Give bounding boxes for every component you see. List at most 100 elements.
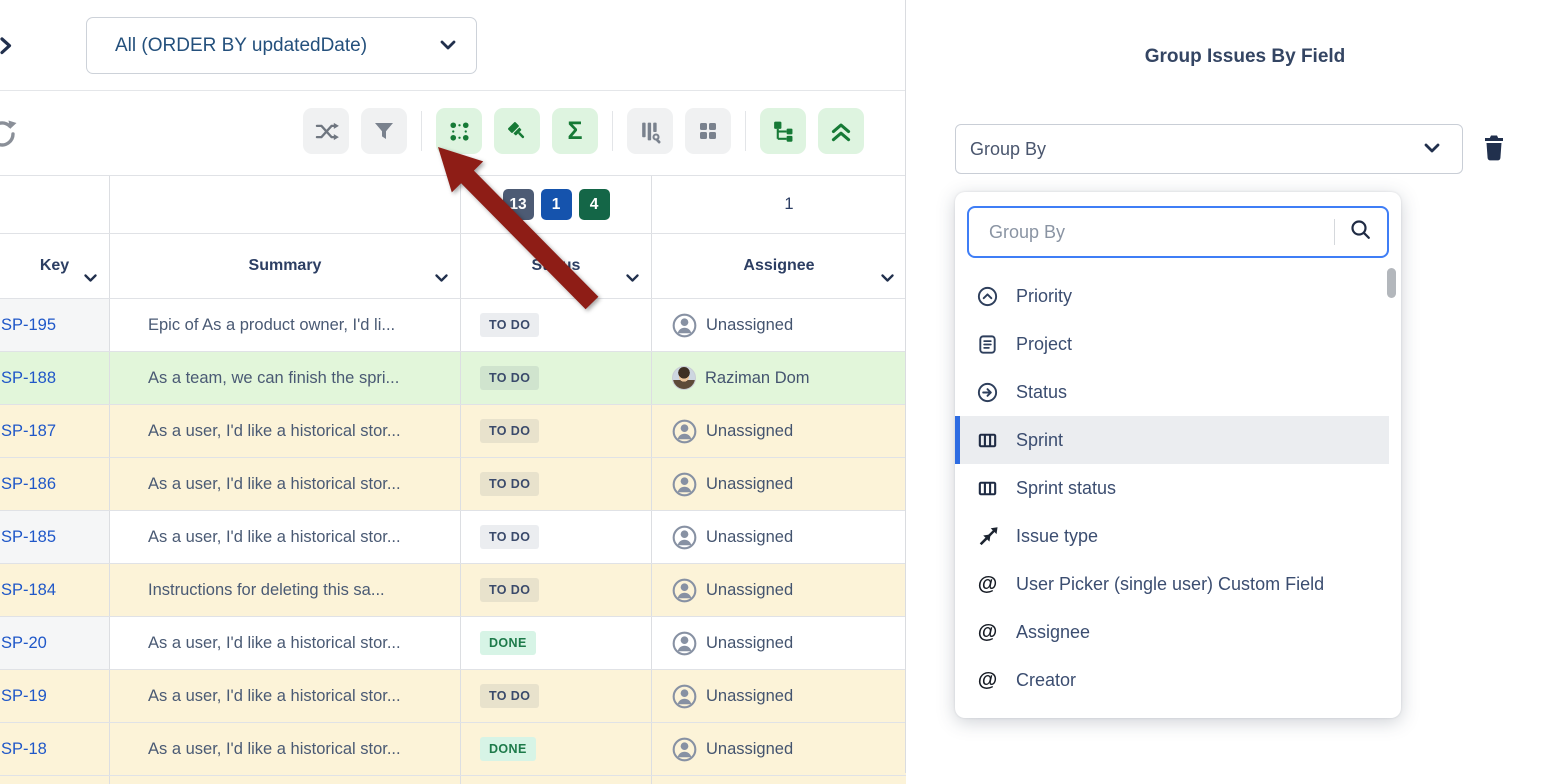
summary-cell[interactable]: As a user, I'd like a historical stor... bbox=[110, 458, 461, 510]
chevron-down-icon[interactable] bbox=[435, 269, 448, 287]
sprint-icon bbox=[976, 477, 999, 500]
status-chip[interactable]: TO DO bbox=[480, 419, 539, 443]
chevron-down-icon[interactable] bbox=[84, 269, 97, 287]
grid-button[interactable] bbox=[685, 108, 731, 154]
status-chip[interactable]: TO DO bbox=[480, 366, 539, 390]
summary-cell[interactable]: Instructions for deleting this sa... bbox=[110, 564, 461, 616]
table-row[interactable]: SP-187 As a user, I'd like a historical … bbox=[0, 405, 906, 458]
summary-cell[interactable]: As a team, we can finish the spri... bbox=[110, 352, 461, 404]
field-option-sprint-status[interactable]: Sprint status bbox=[955, 464, 1389, 512]
field-option-user-picker-single-user-custom-field[interactable]: @ User Picker (single user) Custom Field bbox=[955, 560, 1389, 608]
summary-cell[interactable]: As a user, I'd like a historical stor... bbox=[110, 723, 461, 775]
column-header-status[interactable]: Status bbox=[461, 234, 652, 298]
tree-view-button[interactable] bbox=[760, 108, 806, 154]
status-cell[interactable]: DONE bbox=[461, 617, 652, 669]
assignee-name: Unassigned bbox=[706, 475, 793, 494]
status-cell[interactable]: TO DO bbox=[461, 511, 652, 563]
field-search-input[interactable] bbox=[987, 221, 1334, 244]
issue-type-icon bbox=[976, 525, 999, 547]
chevron-down-icon[interactable] bbox=[626, 269, 639, 287]
collapse-all-icon bbox=[828, 118, 854, 144]
assignee-cell[interactable]: Unassigned bbox=[652, 511, 906, 563]
status-chip[interactable]: TO DO bbox=[480, 472, 539, 496]
field-option-status[interactable]: Status bbox=[955, 368, 1389, 416]
table-row[interactable]: SP-186 As a user, I'd like a historical … bbox=[0, 458, 906, 511]
assignee-cell[interactable]: Unassigned bbox=[652, 299, 906, 351]
assignee-cell[interactable]: Unassigned bbox=[652, 617, 906, 669]
shuffle-button[interactable] bbox=[303, 108, 349, 154]
issue-key-link[interactable]: SP-195 bbox=[0, 316, 56, 335]
status-cell[interactable]: TO DO bbox=[461, 670, 652, 722]
issue-key-link[interactable]: SP-20 bbox=[0, 634, 47, 653]
summary-cell[interactable]: As a user, I'd like a historical stor... bbox=[110, 670, 461, 722]
paint-brush-button[interactable] bbox=[494, 108, 540, 154]
field-option-sprint[interactable]: Sprint bbox=[955, 416, 1389, 464]
assignee-cell[interactable]: Unassigned bbox=[652, 723, 906, 775]
column-header-key[interactable]: Key bbox=[0, 234, 110, 298]
assignee-count-cell: 1 bbox=[652, 176, 906, 233]
issue-key-link[interactable]: SP-18 bbox=[0, 740, 47, 759]
group-by-button[interactable] bbox=[436, 108, 482, 154]
issue-key-link[interactable]: SP-187 bbox=[0, 422, 56, 441]
status-chip[interactable]: TO DO bbox=[480, 313, 539, 337]
issue-key-link[interactable]: SP-188 bbox=[0, 369, 56, 388]
column-header-assignee[interactable]: Assignee bbox=[652, 234, 906, 298]
issue-key-link[interactable]: SP-186 bbox=[0, 475, 56, 494]
field-option-issue-type[interactable]: Issue type bbox=[955, 512, 1389, 560]
field-option-assignee[interactable]: @ Assignee bbox=[955, 608, 1389, 656]
issue-key-link[interactable]: SP-19 bbox=[0, 687, 47, 706]
table-row[interactable]: SP-195 Epic of As a product owner, I'd l… bbox=[0, 299, 906, 352]
status-cell[interactable]: TO DO bbox=[461, 352, 652, 404]
search-icon[interactable] bbox=[1349, 218, 1373, 247]
column-header-summary[interactable]: Summary bbox=[110, 234, 461, 298]
status-chip[interactable]: DONE bbox=[480, 631, 536, 655]
expand-sidebar-chevron-icon[interactable] bbox=[0, 37, 13, 60]
assignee-cell[interactable]: Unassigned bbox=[652, 458, 906, 510]
toolbar-top-divider bbox=[0, 90, 906, 91]
status-cell[interactable]: TO DO bbox=[461, 564, 652, 616]
table-row[interactable]: SP-185 As a user, I'd like a historical … bbox=[0, 511, 906, 564]
status-chip[interactable]: DONE bbox=[480, 737, 536, 761]
status-chip[interactable]: TO DO bbox=[480, 684, 539, 708]
table-row[interactable]: SP-184 Instructions for deleting this sa… bbox=[0, 564, 906, 617]
assignee-cell[interactable]: Unassigned bbox=[652, 670, 906, 722]
field-search-box[interactable] bbox=[967, 206, 1389, 258]
table-row[interactable]: SP-20 As a user, I'd like a historical s… bbox=[0, 617, 906, 670]
assignee-cell[interactable]: Raziman Dom bbox=[652, 352, 906, 404]
summary-cell[interactable]: As a user, I'd like a historical stor... bbox=[110, 511, 461, 563]
column-settings-button[interactable] bbox=[627, 108, 673, 154]
column-header-label: Summary bbox=[249, 257, 322, 275]
field-option-project[interactable]: Project bbox=[955, 320, 1389, 368]
field-option-creator[interactable]: @ Creator bbox=[955, 656, 1389, 704]
status-cell[interactable]: DONE bbox=[461, 723, 652, 775]
assignee-cell[interactable]: Unassigned bbox=[652, 564, 906, 616]
assignee-cell[interactable]: Unassigned bbox=[652, 405, 906, 457]
sum-sigma-button[interactable]: Σ bbox=[552, 108, 598, 154]
chevron-down-icon bbox=[1424, 140, 1440, 158]
status-cell[interactable]: TO DO bbox=[461, 458, 652, 510]
saved-filter-select[interactable]: All (ORDER BY updatedDate) bbox=[86, 17, 477, 74]
group-by-select[interactable]: Group By bbox=[955, 124, 1463, 174]
chevron-down-icon[interactable] bbox=[881, 269, 894, 287]
filter-button[interactable] bbox=[361, 108, 407, 154]
issue-key-link[interactable]: SP-185 bbox=[0, 528, 56, 547]
unassigned-avatar-icon bbox=[672, 631, 697, 656]
dropdown-scrollbar[interactable] bbox=[1387, 268, 1396, 298]
status-cell[interactable]: TO DO bbox=[461, 299, 652, 351]
status-chip[interactable]: TO DO bbox=[480, 578, 539, 602]
status-cell[interactable]: TO DO bbox=[461, 405, 652, 457]
table-row[interactable]: SP-18 As a user, I'd like a historical s… bbox=[0, 723, 906, 776]
field-option-priority[interactable]: Priority bbox=[955, 272, 1389, 320]
refresh-icon[interactable] bbox=[0, 116, 20, 157]
issue-key-link[interactable]: SP-184 bbox=[0, 581, 56, 600]
group-panel-title: Group Issues By Field bbox=[955, 46, 1535, 68]
summary-cell[interactable]: Epic of As a product owner, I'd li... bbox=[110, 299, 461, 351]
clear-grouping-button[interactable] bbox=[1481, 134, 1507, 164]
field-option-label: Project bbox=[1016, 334, 1072, 355]
table-row[interactable]: SP-188 As a team, we can finish the spri… bbox=[0, 352, 906, 405]
table-row[interactable]: SP-19 As a user, I'd like a historical s… bbox=[0, 670, 906, 723]
status-chip[interactable]: TO DO bbox=[480, 525, 539, 549]
collapse-all-button[interactable] bbox=[818, 108, 864, 154]
summary-cell[interactable]: As a user, I'd like a historical stor... bbox=[110, 405, 461, 457]
summary-cell[interactable]: As a user, I'd like a historical stor... bbox=[110, 617, 461, 669]
